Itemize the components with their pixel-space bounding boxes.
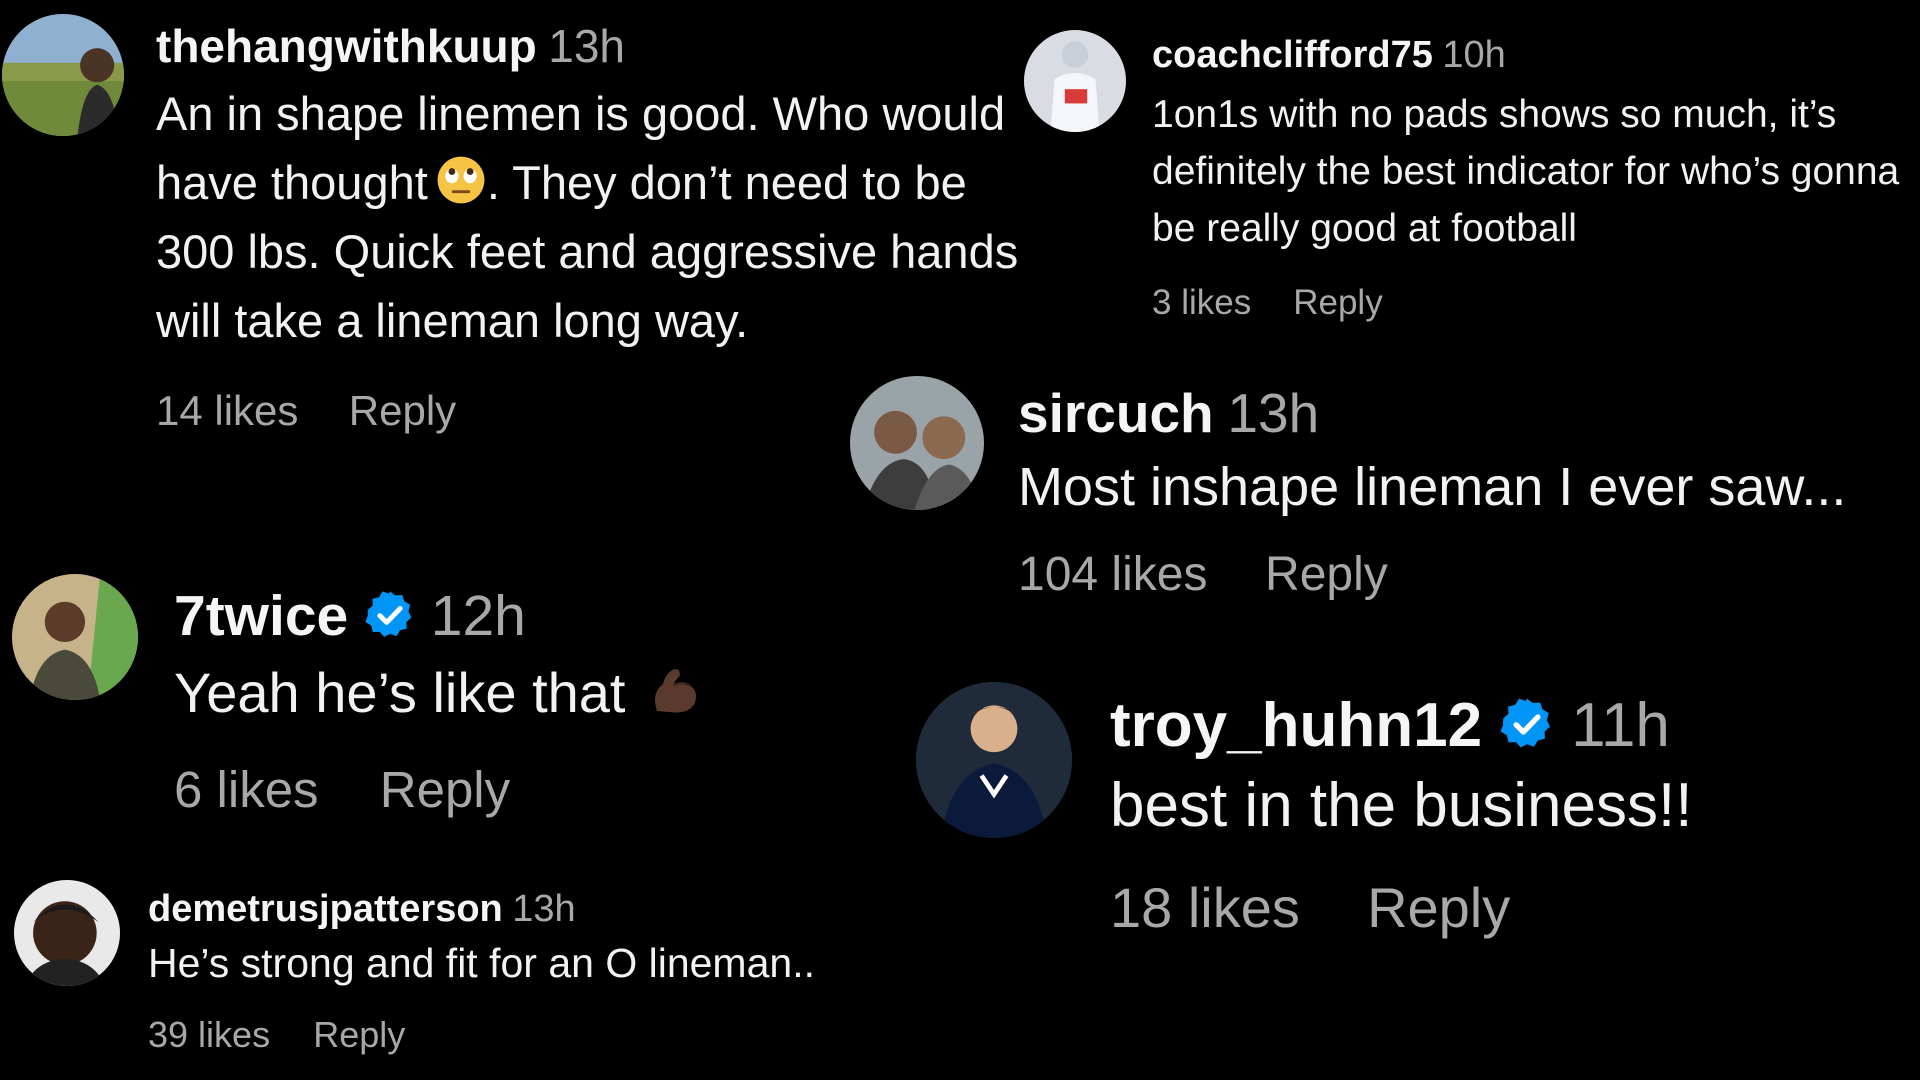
username[interactable]: sircuch — [1018, 382, 1214, 444]
reply-button[interactable]: Reply — [380, 761, 510, 818]
reply-button[interactable]: Reply — [349, 387, 456, 434]
comment-troy_huhn12: troy_huhn12 11h best in the business!! 18… — [900, 660, 1920, 990]
face-with-rolling-eyes-icon — [435, 154, 487, 206]
likes-count[interactable]: 18 likes — [1110, 876, 1300, 939]
comment-demetrusjpatterson: demetrusjpatterson 13h He’s strong and fi… — [0, 870, 900, 1080]
likes-count[interactable]: 39 likes — [148, 1014, 270, 1055]
avatar-image — [12, 574, 138, 700]
avatar[interactable] — [850, 376, 984, 510]
avatar-image — [850, 376, 984, 510]
avatar-image — [1024, 30, 1126, 132]
timestamp: 13h — [1227, 382, 1320, 444]
avatar-image — [2, 14, 124, 136]
comment-actions: 104 likes Reply — [1018, 547, 1918, 602]
username[interactable]: coachclifford75 — [1152, 34, 1433, 76]
comment-text: Most inshape lineman I ever saw... — [1018, 457, 1847, 518]
comment-7twice: 7twice 12h Yeah he’s like that 6 likes Rep… — [0, 560, 900, 860]
timestamp: 10h — [1442, 34, 1506, 76]
verified-badge-icon — [363, 588, 417, 642]
comment-text: best in the business!! — [1110, 771, 1693, 841]
likes-count[interactable]: 104 likes — [1018, 548, 1207, 601]
timestamp: 13h — [548, 20, 625, 72]
username[interactable]: troy_huhn12 — [1110, 691, 1482, 760]
comment-sircuch: sircuch 13h Most inshape lineman I ever s… — [840, 360, 1920, 640]
verified-badge-icon — [1498, 695, 1556, 753]
comment-text: He’s strong and fit for an O lineman.. — [148, 939, 815, 986]
comment-text: 1on1s with no pads shows so much, it’s d… — [1152, 92, 1900, 250]
username[interactable]: 7twice — [174, 584, 348, 648]
timestamp: 12h — [430, 584, 526, 648]
comment-coachclifford75: coachclifford75 10h 1on1s with no pads sh… — [1010, 0, 1920, 350]
avatar-image — [14, 880, 120, 986]
likes-count[interactable]: 14 likes — [156, 387, 298, 434]
avatar-image — [916, 682, 1072, 838]
username[interactable]: demetrusjpatterson — [148, 888, 503, 930]
timestamp: 11h — [1571, 691, 1670, 760]
avatar[interactable] — [916, 682, 1072, 838]
likes-count[interactable]: 6 likes — [174, 761, 319, 818]
comment-text: Yeah he’s like that — [174, 654, 894, 732]
timestamp: 13h — [512, 888, 576, 930]
comment-actions: 39 likes Reply — [148, 1014, 898, 1056]
reply-button[interactable]: Reply — [1367, 876, 1510, 939]
reply-button[interactable]: Reply — [1265, 548, 1388, 601]
reply-button[interactable]: Reply — [1293, 283, 1382, 322]
comment-text-part-1: Yeah he’s like that — [174, 660, 626, 724]
avatar[interactable] — [12, 574, 138, 700]
reply-button[interactable]: Reply — [313, 1014, 405, 1055]
comment-actions: 3 likes Reply — [1152, 283, 1920, 323]
avatar[interactable] — [14, 880, 120, 986]
username[interactable]: thehangwithkuup — [156, 20, 537, 72]
avatar[interactable] — [1024, 30, 1126, 132]
flexed-biceps-icon — [645, 660, 705, 720]
comment-actions: 6 likes Reply — [174, 760, 894, 819]
avatar[interactable] — [2, 14, 124, 136]
likes-count[interactable]: 3 likes — [1152, 283, 1251, 322]
comment-text: An in shape linemen is good. Who would h… — [156, 79, 1026, 355]
comment-actions: 18 likes Reply — [1110, 875, 1920, 940]
